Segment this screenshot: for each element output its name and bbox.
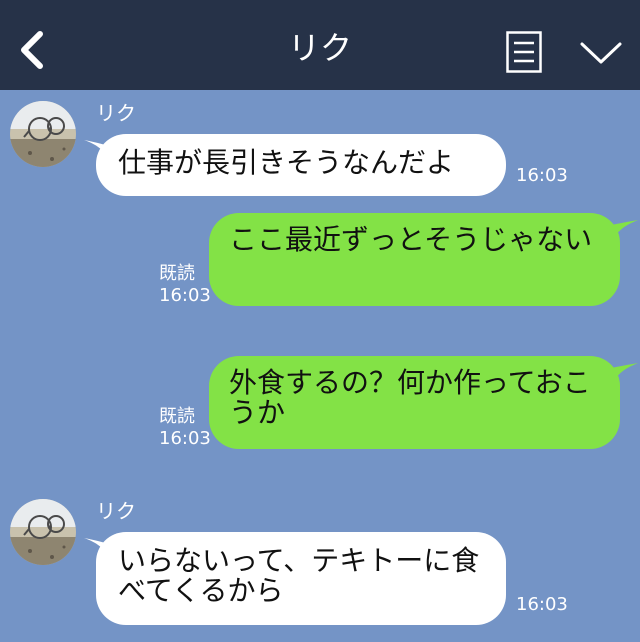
message-text: いらないって、テキトーに食べてくるから bbox=[118, 544, 480, 607]
sender-name: リク bbox=[96, 101, 136, 125]
message-time: 16:03 bbox=[516, 165, 568, 186]
chevron-down-icon[interactable] bbox=[578, 36, 624, 68]
message-text: 外食するの？何か作っておこうか bbox=[229, 366, 591, 429]
message-time: 16:03 bbox=[516, 594, 568, 615]
chat-title: リク bbox=[287, 29, 352, 67]
read-receipt: 既読 16:03 bbox=[159, 406, 211, 450]
avatar[interactable] bbox=[10, 499, 76, 565]
bubble-tail bbox=[606, 363, 638, 383]
memo-icon[interactable] bbox=[506, 31, 542, 73]
message-bubble[interactable]: いらないって、テキトーに食べてくるから bbox=[96, 532, 506, 625]
message-bubble[interactable]: 仕事が長引きそうなんだよ bbox=[96, 134, 506, 196]
message-bubble[interactable]: ここ最近ずっとそうじゃない bbox=[209, 213, 620, 306]
message-time: 16:03 bbox=[159, 428, 211, 449]
message-text: ここ最近ずっとそうじゃない bbox=[229, 223, 593, 256]
message-time: 16:03 bbox=[159, 285, 211, 306]
chat-header: リク bbox=[0, 0, 640, 90]
read-label: 既読 bbox=[159, 263, 195, 284]
message-bubble[interactable]: 外食するの？何か作っておこうか bbox=[209, 356, 620, 449]
sender-name: リク bbox=[96, 499, 136, 523]
read-label: 既読 bbox=[159, 406, 195, 427]
read-receipt: 既読 16:03 bbox=[159, 263, 211, 307]
message-text: 仕事が長引きそうなんだよ bbox=[118, 146, 455, 179]
bubble-tail bbox=[606, 220, 638, 240]
avatar[interactable] bbox=[10, 101, 76, 167]
